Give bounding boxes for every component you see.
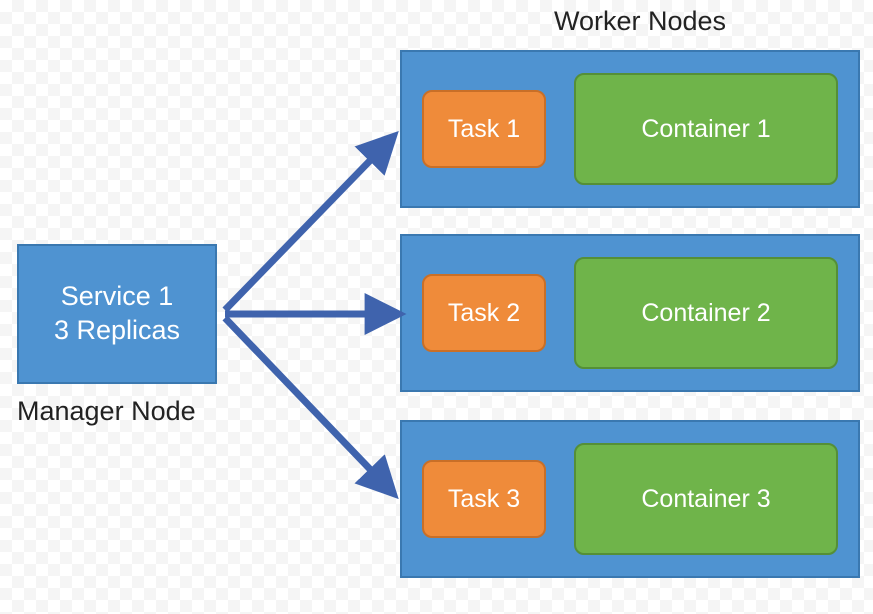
worker-node-1: Task 1 Container 1 xyxy=(400,50,860,208)
manager-node-box: Service 1 3 Replicas xyxy=(17,244,217,384)
manager-node-label: Manager Node xyxy=(17,396,196,427)
worker-node-3: Task 3 Container 3 xyxy=(400,420,860,578)
arrow-to-worker-3 xyxy=(225,318,390,490)
task-box-1: Task 1 xyxy=(422,90,546,168)
diagram-stage: Worker Nodes Task 1 Container 1 Task 2 C… xyxy=(0,0,873,614)
task-box-2: Task 2 xyxy=(422,274,546,352)
service-name: Service 1 xyxy=(61,280,174,314)
arrow-to-worker-1 xyxy=(225,140,390,310)
container-box-3: Container 3 xyxy=(574,443,838,555)
worker-node-2: Task 2 Container 2 xyxy=(400,234,860,392)
container-box-1: Container 1 xyxy=(574,73,838,185)
task-box-3: Task 3 xyxy=(422,460,546,538)
container-box-2: Container 2 xyxy=(574,257,838,369)
service-replicas: 3 Replicas xyxy=(54,314,180,348)
worker-nodes-label: Worker Nodes xyxy=(554,6,726,37)
